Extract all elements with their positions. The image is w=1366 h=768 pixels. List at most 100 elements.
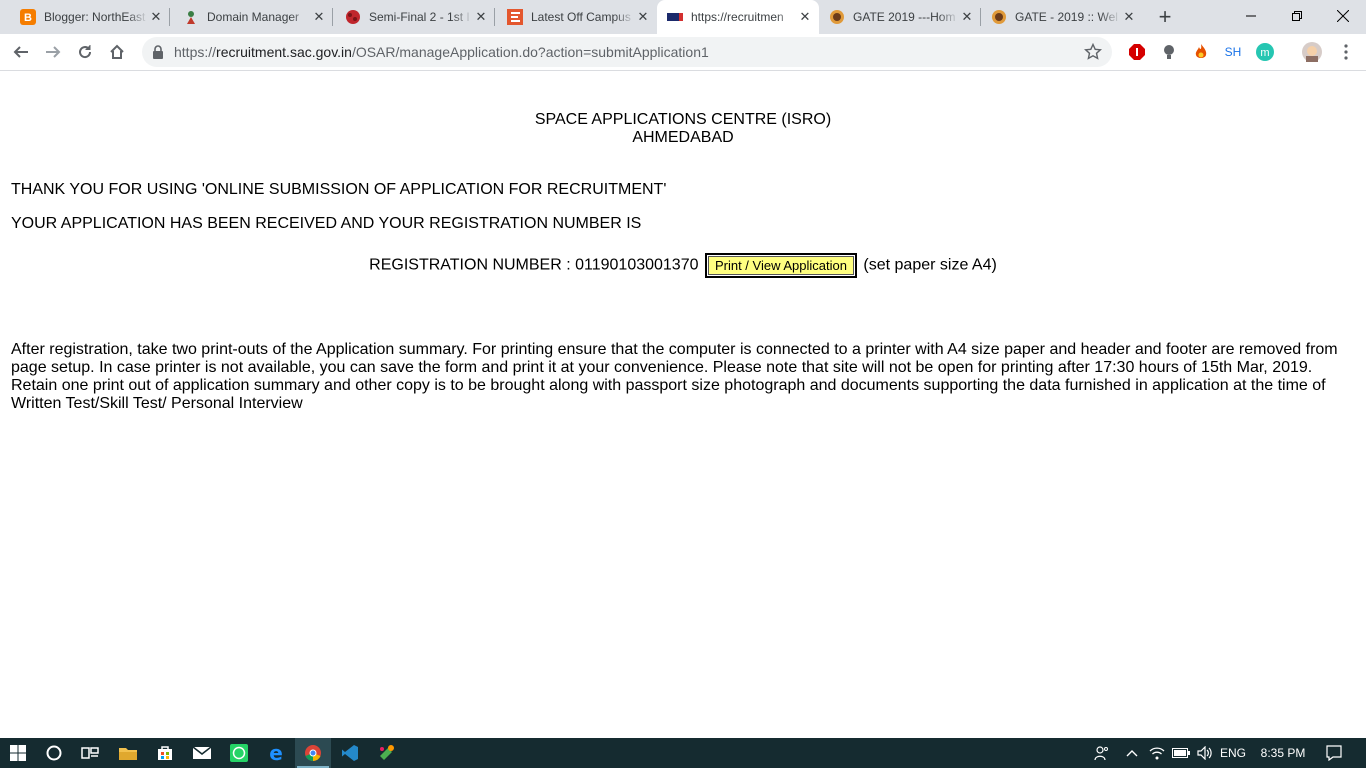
file-explorer-button[interactable] bbox=[110, 738, 146, 768]
tab-title: GATE 2019 ---Hom bbox=[853, 10, 956, 24]
close-icon bbox=[1337, 10, 1349, 22]
clock[interactable]: 8:35 PM bbox=[1254, 738, 1312, 768]
task-view-button[interactable] bbox=[72, 738, 108, 768]
mail-icon bbox=[193, 746, 211, 759]
svg-text:B: B bbox=[24, 12, 32, 24]
restore-button[interactable] bbox=[1274, 0, 1320, 32]
minimize-icon bbox=[1246, 15, 1256, 17]
gate-logo-icon bbox=[829, 9, 845, 25]
chrome-icon bbox=[305, 745, 321, 762]
org-name: SPACE APPLICATIONS CENTRE (ISRO) bbox=[534, 111, 832, 128]
edge-button[interactable]: e bbox=[258, 738, 294, 768]
action-center-button[interactable] bbox=[1320, 738, 1348, 768]
forward-button[interactable] bbox=[40, 39, 66, 65]
task-view-icon bbox=[81, 747, 99, 759]
chevron-up-icon bbox=[1126, 750, 1138, 757]
chrome-button[interactable] bbox=[295, 738, 331, 768]
profile-initials: SH bbox=[1224, 45, 1242, 59]
lock-icon[interactable] bbox=[152, 45, 164, 59]
minimize-button[interactable] bbox=[1228, 0, 1274, 32]
close-window-button[interactable] bbox=[1320, 0, 1366, 32]
org-city: AHMEDABAD bbox=[632, 129, 734, 146]
registration-number: REGISTRATION NUMBER : 01190103001370 bbox=[369, 256, 699, 274]
paint-palette-icon bbox=[380, 745, 394, 760]
close-tab-icon[interactable]: ✕ bbox=[635, 9, 651, 25]
windows-logo-icon bbox=[10, 745, 26, 761]
wifi-icon bbox=[1149, 747, 1165, 760]
paint-app-button[interactable] bbox=[369, 738, 405, 768]
page-heading: SPACE APPLICATIONS CENTRE (ISRO) AHMEDAB… bbox=[0, 111, 1366, 147]
close-tab-icon[interactable]: ✕ bbox=[959, 9, 975, 25]
language-indicator[interactable]: ENG bbox=[1218, 738, 1248, 768]
store-bag-icon bbox=[158, 746, 172, 760]
address-bar[interactable]: https://recruitment.sac.gov.in/OSAR/mana… bbox=[142, 37, 1112, 67]
adblock-extension-icon[interactable] bbox=[1127, 42, 1147, 62]
svg-text:e: e bbox=[269, 744, 283, 762]
restore-icon bbox=[1292, 11, 1302, 21]
cricket-ball-icon bbox=[345, 9, 361, 25]
print-view-application-button[interactable]: Print / View Application bbox=[704, 253, 857, 278]
volume-button[interactable] bbox=[1194, 738, 1216, 768]
fire-extension-icon[interactable] bbox=[1191, 42, 1211, 62]
folder-icon bbox=[119, 748, 137, 760]
m-extension-icon[interactable]: m bbox=[1255, 42, 1275, 62]
received-message: YOUR APPLICATION HAS BEEN RECEIVED AND Y… bbox=[11, 215, 642, 232]
print-button-label: Print / View Application bbox=[707, 256, 854, 275]
people-icon bbox=[1094, 746, 1108, 761]
whatsapp-icon bbox=[230, 744, 248, 762]
edge-icon: e bbox=[269, 744, 283, 762]
menu-kebab-icon[interactable] bbox=[1336, 42, 1356, 62]
tab-blogger[interactable]: B Blogger: NorthEast ✕ bbox=[0, 0, 170, 34]
url-path: /OSAR/manageApplication.do?action=submit… bbox=[351, 44, 709, 60]
url-text[interactable]: https://recruitment.sac.gov.in/OSAR/mana… bbox=[174, 44, 709, 60]
store-button[interactable] bbox=[147, 738, 183, 768]
tab-latest-off-campus[interactable]: Latest Off Campus ✕ bbox=[487, 0, 657, 34]
speaker-icon bbox=[1197, 746, 1212, 760]
tab-gate-welcome[interactable]: GATE - 2019 :: Wel ✕ bbox=[981, 0, 1143, 34]
show-hidden-icons-button[interactable] bbox=[1120, 738, 1144, 768]
page-content: SPACE APPLICATIONS CENTRE (ISRO) AHMEDAB… bbox=[0, 71, 1366, 738]
wifi-button[interactable] bbox=[1146, 738, 1168, 768]
registration-row: REGISTRATION NUMBER : 01190103001370 Pri… bbox=[0, 253, 1366, 278]
tab-semi-final[interactable]: Semi-Final 2 - 1st I ✕ bbox=[325, 0, 495, 34]
tab-title: Semi-Final 2 - 1st I bbox=[369, 10, 470, 24]
tab-title: GATE - 2019 :: Wel bbox=[1015, 10, 1118, 24]
vscode-icon bbox=[342, 745, 358, 761]
instructions-paragraph: After registration, take two print-outs … bbox=[11, 341, 1338, 412]
tab-title: Latest Off Campus bbox=[531, 10, 631, 24]
sac-logo-icon bbox=[667, 9, 683, 25]
close-tab-icon[interactable]: ✕ bbox=[148, 9, 164, 25]
mail-button[interactable] bbox=[184, 738, 220, 768]
lightbulb-extension-icon[interactable] bbox=[1159, 42, 1179, 62]
tab-title: Domain Manager bbox=[207, 10, 300, 24]
start-button[interactable] bbox=[0, 738, 36, 768]
vscode-button[interactable] bbox=[332, 738, 368, 768]
thank-you-message: THANK YOU FOR USING 'ONLINE SUBMISSION O… bbox=[11, 181, 667, 198]
tab-domain-manager[interactable]: Domain Manager ✕ bbox=[163, 0, 333, 34]
domain-manager-icon bbox=[183, 9, 199, 25]
new-tab-button[interactable]: + bbox=[1153, 4, 1177, 29]
e-letter-icon bbox=[507, 9, 523, 25]
browser-toolbar: https://recruitment.sac.gov.in/OSAR/mana… bbox=[0, 34, 1366, 71]
gate-logo-icon bbox=[991, 9, 1007, 25]
whatsapp-button[interactable] bbox=[221, 738, 257, 768]
forward-arrow-icon bbox=[46, 46, 61, 58]
battery-button[interactable] bbox=[1170, 738, 1192, 768]
blogger-icon: B bbox=[20, 9, 36, 25]
close-tab-icon[interactable]: ✕ bbox=[797, 9, 813, 25]
reload-button[interactable] bbox=[72, 39, 98, 65]
tab-recruitment[interactable]: https://recruitmen ✕ bbox=[657, 0, 819, 34]
bookmark-star-icon[interactable] bbox=[1084, 43, 1102, 61]
profile-initials-icon[interactable]: SH bbox=[1222, 42, 1244, 62]
url-scheme: https:// bbox=[174, 44, 217, 60]
windows-taskbar: e ENG 8:35 PM bbox=[0, 738, 1366, 768]
back-button[interactable] bbox=[8, 39, 34, 65]
search-button[interactable] bbox=[36, 738, 72, 768]
home-button[interactable] bbox=[104, 39, 130, 65]
tab-gate-home[interactable]: GATE 2019 ---Hom ✕ bbox=[819, 0, 981, 34]
people-button[interactable] bbox=[1090, 738, 1114, 768]
close-tab-icon[interactable]: ✕ bbox=[1121, 9, 1137, 25]
url-host: recruitment.sac.gov.in bbox=[216, 44, 352, 60]
avatar[interactable] bbox=[1302, 42, 1322, 62]
tab-strip: B Blogger: NorthEast ✕ Domain Manager ✕ … bbox=[0, 0, 1366, 34]
